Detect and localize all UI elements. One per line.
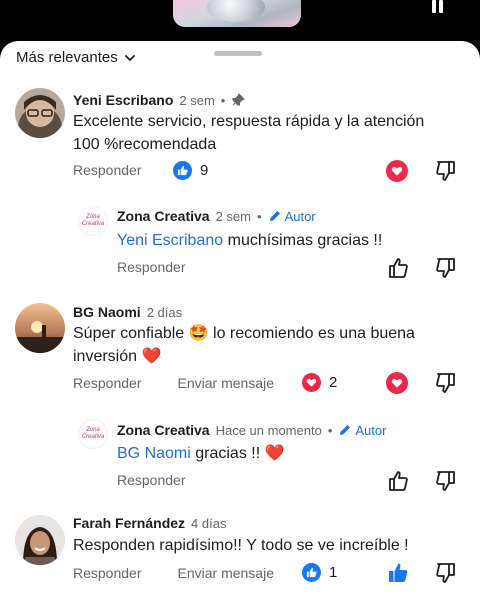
logo-text: Zona Creativa [81, 427, 105, 440]
thumbs-up-icon[interactable] [386, 256, 410, 280]
reaction-count[interactable]: 2 [329, 374, 337, 391]
thumbs-down-icon[interactable] [434, 256, 458, 280]
reply-button[interactable]: Responder [73, 565, 142, 581]
send-message-button[interactable]: Enviar mensaje [178, 375, 275, 391]
drag-handle[interactable] [214, 51, 262, 56]
author-label: Autor [355, 422, 387, 438]
heart-reaction-button[interactable] [386, 372, 410, 396]
separator-dot: • [327, 422, 333, 438]
comment-text: Responden rapidísimo!! Y todo se ve incr… [73, 537, 409, 554]
reply-time: 2 sem [215, 208, 251, 224]
author-badge: Autor [338, 423, 386, 438]
page-logo-avatar[interactable]: Zona Creativa [78, 206, 108, 236]
pencil-icon [340, 425, 351, 435]
love-reaction-icon [302, 373, 321, 392]
thumbs-up-filled-icon[interactable] [386, 561, 410, 585]
thumbs-down-icon[interactable] [434, 561, 458, 585]
like-reaction-icon [302, 563, 321, 582]
reply-text-block: BG Naomi gracias !! ❤️ [117, 442, 480, 465]
avatar[interactable] [15, 515, 65, 565]
like-count[interactable]: 9 [200, 162, 208, 179]
comment-time: 2 sem [179, 92, 215, 108]
emoji: ❤️ [264, 445, 285, 462]
pause-icon[interactable] [431, 0, 445, 14]
reply-text-block: Yeni Escribano muchísimas gracias !! [117, 229, 480, 252]
logo-text: Zona Creativa [81, 214, 105, 227]
thumbs-down-icon[interactable] [434, 159, 458, 183]
comment-time: 2 días [146, 304, 183, 320]
thumbs-down-icon[interactable] [434, 371, 458, 395]
comments-sheet: Más relevantes Yeni Escribano 2 sem • Ex… [0, 41, 480, 599]
like-reaction-icon [173, 161, 192, 180]
emoji: ❤️ [141, 348, 162, 365]
page-name[interactable]: Zona Creativa [117, 208, 210, 224]
like-count[interactable]: 1 [329, 564, 337, 581]
author-badge: Autor [268, 209, 316, 224]
comment-text: Súper confiable [73, 325, 185, 342]
comment-text-block: Súper confiable 🤩 lo recomiendo es una b… [73, 322, 443, 368]
sort-dropdown[interactable]: Más relevantes [16, 49, 136, 66]
chevron-down-icon [124, 54, 135, 61]
commenter-name[interactable]: Yeni Escribano [73, 92, 173, 108]
pencil-icon [269, 211, 280, 221]
reply-time: Hace un momento [215, 422, 322, 438]
separator-dot: • [257, 208, 262, 224]
reply-button[interactable]: Responder [73, 375, 142, 391]
sort-label: Más relevantes [16, 49, 118, 66]
heart-reaction-button[interactable] [386, 160, 410, 184]
reply-button[interactable]: Responder [117, 259, 186, 275]
page-logo-avatar[interactable]: Zona Creativa [78, 419, 108, 449]
send-message-button[interactable]: Enviar mensaje [178, 565, 275, 581]
comment-text: Excelente servicio, respuesta rápida y l… [73, 113, 425, 153]
video-thumbnail[interactable] [173, 0, 301, 27]
avatar[interactable] [15, 88, 65, 138]
reply-text: gracias !! [195, 445, 261, 462]
thumbs-up-icon[interactable] [386, 469, 410, 493]
reply-text: muchísimas gracias !! [227, 232, 383, 249]
commenter-name[interactable]: Farah Fernández [73, 515, 185, 531]
emoji: 🤩 [188, 325, 209, 342]
reply-button[interactable]: Responder [73, 162, 142, 178]
avatar[interactable] [15, 303, 65, 353]
page-name[interactable]: Zona Creativa [117, 422, 210, 438]
mention-link[interactable]: BG Naomi [117, 445, 191, 462]
mention-link[interactable]: Yeni Escribano [117, 232, 223, 249]
commenter-name[interactable]: BG Naomi [73, 304, 141, 320]
pin-icon [232, 93, 246, 106]
thumbs-down-icon[interactable] [434, 469, 458, 493]
separator-dot: • [220, 92, 226, 108]
video-strip [0, 0, 480, 44]
reply-button[interactable]: Responder [117, 472, 186, 488]
author-label: Autor [284, 208, 316, 224]
comment-time: 4 días [191, 515, 227, 531]
